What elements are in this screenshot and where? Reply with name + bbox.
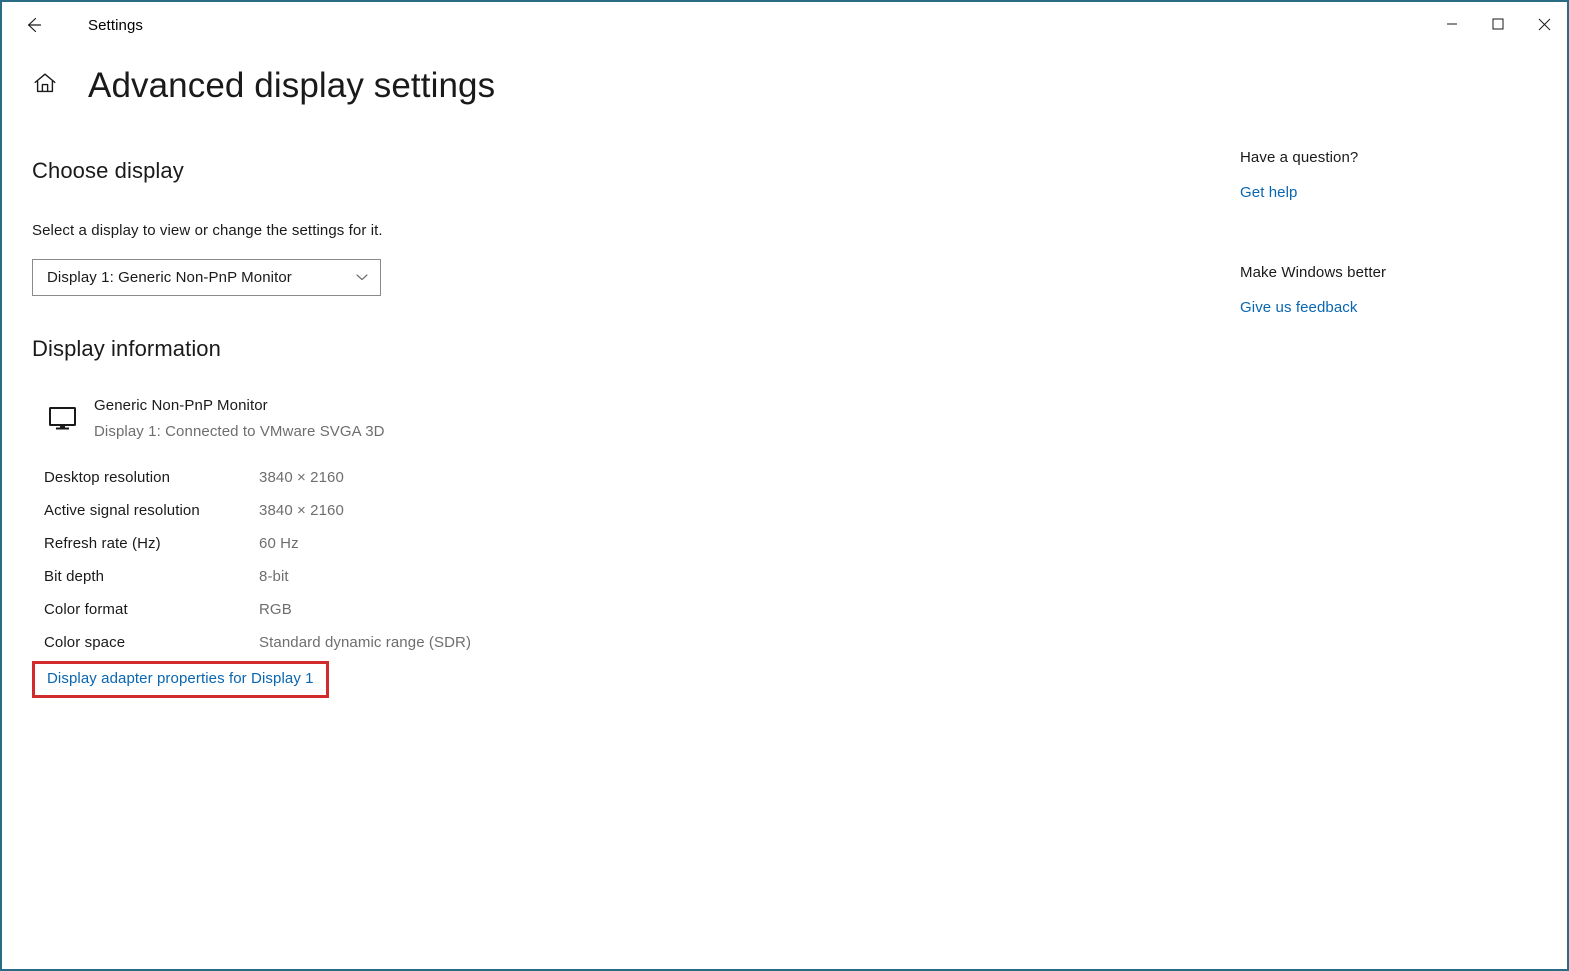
choose-display-heading: Choose display	[32, 158, 184, 183]
info-label: Refresh rate (Hz)	[44, 534, 161, 552]
title-bar: Settings	[2, 2, 1567, 48]
info-value: 60 Hz	[259, 534, 299, 552]
settings-window: Settings Advanced display settings Choos…	[0, 0, 1569, 971]
monitor-summary: Generic Non-PnP Monitor Display 1: Conne…	[32, 398, 1182, 439]
home-button[interactable]	[22, 62, 68, 108]
maximize-icon	[1492, 18, 1504, 30]
help-group: Have a question? Get help	[1240, 150, 1540, 200]
table-row: Refresh rate (Hz) 60 Hz	[44, 527, 1182, 560]
info-label: Desktop resolution	[44, 468, 171, 486]
window-controls	[1429, 2, 1567, 48]
minimize-button[interactable]	[1429, 2, 1475, 46]
page-header: Advanced display settings	[2, 62, 495, 108]
get-help-link[interactable]: Get help	[1240, 185, 1540, 200]
display-information-heading: Display information	[32, 335, 221, 361]
give-us-feedback-link[interactable]: Give us feedback	[1240, 300, 1540, 315]
info-label: Bit depth	[44, 567, 105, 585]
main-content: Choose display Select a display to view …	[32, 154, 1182, 698]
adapter-link-highlight: Display adapter properties for Display 1	[32, 660, 329, 698]
display-select-value: Display 1: Generic Non-PnP Monitor	[47, 268, 292, 286]
page-title: Advanced display settings	[88, 65, 496, 105]
have-a-question-heading: Have a question?	[1240, 149, 1359, 166]
table-row: Active signal resolution 3840 × 2160	[44, 494, 1182, 527]
choose-display-description: Select a display to view or change the s…	[32, 222, 383, 239]
app-title: Settings	[88, 16, 143, 34]
display-adapter-properties-link[interactable]: Display adapter properties for Display 1	[47, 670, 314, 687]
home-icon	[32, 70, 58, 101]
info-value: RGB	[259, 600, 292, 618]
info-label: Color format	[44, 600, 128, 618]
table-row: Bit depth 8-bit	[44, 560, 1182, 593]
display-select-dropdown[interactable]: Display 1: Generic Non-PnP Monitor	[32, 258, 381, 296]
maximize-button[interactable]	[1475, 2, 1521, 46]
info-value: 3840 × 2160	[259, 501, 344, 519]
minimize-icon	[1446, 18, 1458, 30]
right-rail: Have a question? Get help Make Windows b…	[1240, 150, 1540, 315]
close-icon	[1538, 18, 1551, 31]
display-info-table: Desktop resolution 3840 × 2160 Active si…	[44, 461, 1182, 659]
info-value: Standard dynamic range (SDR)	[259, 633, 472, 651]
monitor-icon	[44, 398, 84, 431]
feedback-group: Make Windows better Give us feedback	[1240, 265, 1540, 315]
info-value: 3840 × 2160	[259, 468, 344, 486]
info-label: Color space	[44, 633, 126, 651]
back-button[interactable]	[10, 3, 56, 47]
chevron-down-icon	[354, 269, 370, 285]
info-value: 8-bit	[259, 567, 289, 585]
back-arrow-icon	[22, 14, 44, 36]
monitor-text-block: Generic Non-PnP Monitor Display 1: Conne…	[94, 398, 385, 439]
info-label: Active signal resolution	[44, 501, 200, 519]
close-button[interactable]	[1521, 2, 1567, 46]
table-row: Color format RGB	[44, 593, 1182, 626]
monitor-connection: Display 1: Connected to VMware SVGA 3D	[94, 422, 385, 440]
monitor-name: Generic Non-PnP Monitor	[94, 396, 268, 414]
table-row: Desktop resolution 3840 × 2160	[44, 461, 1182, 494]
table-row: Color space Standard dynamic range (SDR)	[44, 626, 1182, 659]
make-windows-better-heading: Make Windows better	[1240, 264, 1387, 281]
